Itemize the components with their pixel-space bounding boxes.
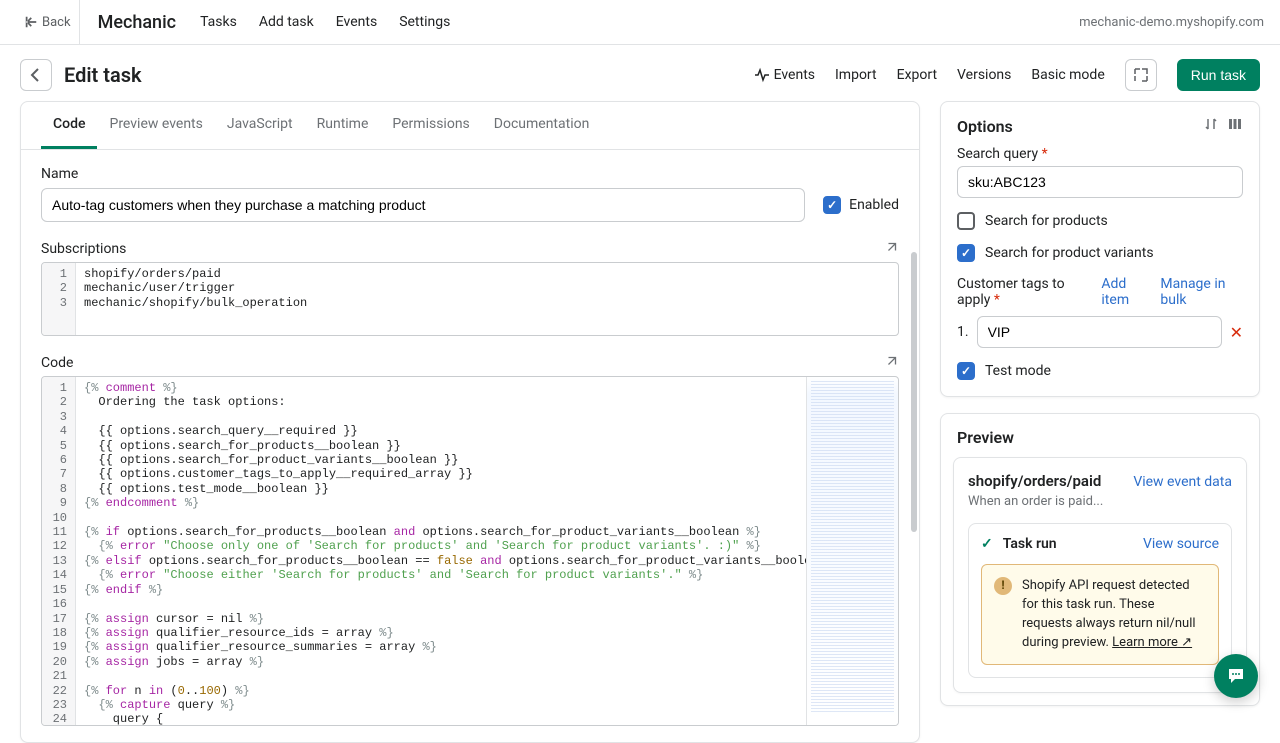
tab-preview-events[interactable]: Preview events (97, 102, 214, 149)
brand-logo: Mechanic (98, 12, 177, 33)
code-content: {% comment %} Ordering the task options:… (76, 377, 806, 725)
search-products-checkbox[interactable] (957, 212, 975, 230)
code-minimap[interactable] (806, 377, 898, 725)
view-event-data-link[interactable]: View event data (1133, 474, 1232, 490)
add-item-link[interactable]: Add item (1101, 276, 1150, 308)
name-label: Name (41, 166, 899, 182)
learn-more-link[interactable]: Learn more ↗ (1112, 635, 1192, 650)
import-link[interactable]: Import (835, 67, 877, 83)
task-name-input[interactable] (41, 188, 805, 222)
shop-domain: mechanic-demo.myshopify.com (1079, 15, 1264, 30)
enabled-checkbox[interactable] (823, 196, 841, 214)
back-button[interactable] (20, 59, 52, 91)
nav-settings[interactable]: Settings (399, 14, 450, 30)
expand-button[interactable] (1125, 59, 1157, 91)
sub-gutter: 123 (42, 263, 76, 335)
search-query-input[interactable] (957, 166, 1243, 198)
required-asterisk: * (1042, 146, 1048, 162)
code-label: Code (41, 355, 73, 371)
run-task-button[interactable]: Run task (1177, 59, 1260, 91)
preview-event-name: shopify/orders/paid (968, 472, 1101, 490)
tag-input[interactable] (977, 316, 1222, 348)
tag-number: 1. (957, 324, 969, 340)
tags-label: Customer tags to apply (957, 276, 1065, 308)
delete-tag-icon[interactable]: ✕ (1230, 323, 1243, 342)
arrow-left-icon (28, 67, 44, 83)
test-mode-label: Test mode (985, 363, 1051, 379)
subscriptions-label: Subscriptions (41, 241, 126, 257)
versions-link[interactable]: Versions (957, 67, 1011, 83)
back-label: Back (42, 15, 71, 30)
subscriptions-popout-icon[interactable] (885, 240, 899, 258)
chat-icon (1226, 666, 1246, 686)
check-icon: ✓ (981, 536, 993, 552)
subscriptions-editor[interactable]: 123 shopify/orders/paid mechanic/user/tr… (41, 262, 899, 336)
search-variants-checkbox[interactable] (957, 244, 975, 262)
page-title: Edit task (64, 63, 142, 87)
tab-javascript[interactable]: JavaScript (215, 102, 305, 149)
tab-runtime[interactable]: Runtime (305, 102, 381, 149)
nav-events[interactable]: Events (336, 14, 377, 30)
test-mode-checkbox[interactable] (957, 362, 975, 380)
search-query-label: Search query (957, 146, 1038, 162)
expand-icon (1133, 67, 1149, 83)
view-source-link[interactable]: View source (1143, 536, 1219, 552)
events-link[interactable]: Events (754, 67, 815, 83)
code-editor[interactable]: 123456789101112131415161718192021222324 … (41, 376, 899, 726)
tab-permissions[interactable]: Permissions (380, 102, 481, 149)
search-variants-label: Search for product variants (985, 245, 1154, 261)
tab-code[interactable]: Code (41, 102, 97, 149)
enabled-label: Enabled (849, 197, 899, 213)
sort-icon[interactable] (1203, 116, 1219, 136)
basic-mode-link[interactable]: Basic mode (1031, 67, 1104, 83)
taskrun-label: Task run (1003, 536, 1133, 552)
tab-documentation[interactable]: Documentation (482, 102, 602, 149)
options-title: Options (957, 117, 1013, 136)
warning-icon: ! (994, 577, 1012, 595)
export-link[interactable]: Export (897, 67, 937, 83)
api-warning-notice: ! Shopify API request detected for this … (981, 564, 1219, 665)
code-popout-icon[interactable] (885, 354, 899, 372)
columns-icon[interactable] (1227, 116, 1243, 136)
global-back-button[interactable]: Back (16, 0, 80, 44)
code-gutter: 123456789101112131415161718192021222324 (42, 377, 76, 725)
help-fab-button[interactable] (1214, 654, 1258, 698)
nav-tasks[interactable]: Tasks (200, 14, 237, 30)
nav-add-task[interactable]: Add task (259, 14, 314, 30)
manage-bulk-link[interactable]: Manage in bulk (1160, 276, 1243, 308)
preview-title: Preview (941, 414, 1259, 457)
sub-code: shopify/orders/paid mechanic/user/trigge… (76, 263, 898, 335)
search-products-label: Search for products (985, 213, 1108, 229)
preview-subtitle: When an order is paid... (968, 494, 1232, 509)
back-arrow-icon (24, 15, 38, 29)
pulse-icon (754, 67, 770, 83)
